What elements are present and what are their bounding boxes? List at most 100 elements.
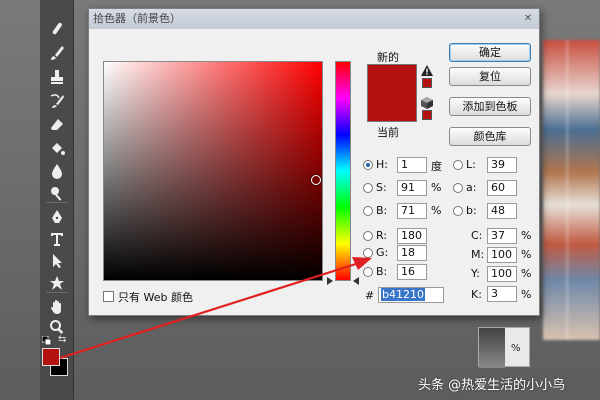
yellow-label: Y: (471, 267, 480, 280)
web-colors-only-checkbox[interactable] (103, 291, 114, 302)
color-picker-dialog: 拾色器（前景色） ✕ 只有 Web 颜色 新的 当前 确定 复位 添加到色板 颜… (88, 8, 540, 316)
black-unit: % (521, 288, 532, 301)
lab-b-label: b: (466, 204, 477, 217)
radio-red[interactable] (363, 231, 373, 241)
web-cube-icon[interactable] (421, 97, 433, 109)
saturation-label: S: (376, 181, 387, 194)
hex-label: # (365, 289, 375, 302)
magenta-input[interactable]: 100 (487, 247, 517, 263)
blur-tool[interactable] (44, 160, 70, 182)
color-field-picker[interactable] (311, 175, 321, 185)
yellow-input[interactable]: 100 (487, 266, 517, 282)
radio-lightness[interactable] (453, 160, 463, 170)
path-select-tool[interactable] (44, 250, 70, 272)
radio-hue[interactable] (363, 160, 373, 170)
color-field[interactable] (103, 61, 323, 281)
pen-icon (52, 210, 62, 223)
paint-bucket-icon (52, 143, 65, 155)
hue-label: H: (376, 158, 388, 171)
radio-lab-b[interactable] (453, 206, 463, 216)
shape-icon (50, 276, 64, 290)
hue-slider-handle-right[interactable] (353, 277, 359, 285)
yellow-unit: % (521, 267, 532, 280)
red-label: R: (376, 229, 388, 242)
ok-button[interactable]: 确定 (449, 43, 531, 62)
close-icon[interactable]: ✕ (521, 12, 535, 26)
brightness-unit: % (431, 204, 442, 217)
current-color-swatch[interactable] (367, 94, 417, 122)
cyan-unit: % (521, 229, 532, 242)
lab-b-input[interactable]: 48 (487, 203, 517, 219)
history-brush-tool[interactable] (44, 90, 70, 112)
current-color-label: 当前 (377, 126, 399, 139)
warning-icon[interactable] (421, 65, 433, 76)
black-label: K: (471, 288, 482, 301)
hex-input[interactable]: b41210 (378, 287, 444, 303)
toolbar-separator (46, 292, 68, 293)
radio-blue[interactable] (363, 267, 373, 277)
new-color-label: 新的 (377, 51, 399, 64)
cyan-label: C: (471, 229, 483, 242)
brush-tool[interactable] (44, 42, 70, 64)
add-to-swatches-button[interactable]: 添加到色板 (449, 97, 531, 116)
green-input[interactable]: 18 (397, 245, 427, 261)
reset-button[interactable]: 复位 (449, 67, 531, 86)
black-input[interactable]: 3 (487, 286, 517, 302)
gamut-warning-swatch[interactable] (422, 78, 432, 88)
radio-lab-a[interactable] (453, 183, 463, 193)
dodge-tool[interactable] (44, 182, 70, 204)
zoom-icon (50, 320, 64, 334)
red-input[interactable]: 180 (397, 228, 427, 244)
hex-value: b41210 (381, 288, 425, 301)
foreground-color-swatch[interactable] (42, 348, 60, 366)
dialog-title: 拾色器（前景色） (93, 12, 181, 25)
thumbnail-shade (479, 328, 505, 368)
saturation-unit: % (431, 181, 442, 194)
web-colors-only-label: 只有 Web 颜色 (118, 291, 193, 304)
cyan-input[interactable]: 37 (487, 228, 517, 244)
document-thumbnail: % (478, 327, 530, 368)
saturation-input[interactable]: 91 (397, 180, 427, 196)
brightness-input[interactable]: 71 (397, 203, 427, 219)
eraser-tool[interactable] (44, 114, 70, 136)
hand-tool[interactable] (44, 296, 70, 318)
toolbar-separator (46, 202, 68, 203)
color-swatches (42, 348, 70, 378)
eraser-icon (51, 119, 63, 130)
canvas-photo (543, 40, 600, 340)
healing-brush-icon (52, 22, 62, 35)
radio-brightness[interactable] (363, 206, 373, 216)
history-brush-icon (50, 94, 64, 108)
brush-icon (51, 46, 64, 60)
dodge-icon (51, 187, 62, 201)
hue-slider-handle-left[interactable] (327, 277, 333, 285)
blue-label: B: (376, 265, 388, 278)
lab-a-input[interactable]: 60 (487, 180, 517, 196)
shape-tool[interactable] (44, 272, 70, 294)
blue-input[interactable]: 16 (397, 264, 427, 280)
magenta-unit: % (521, 248, 532, 261)
brightness-label: B: (376, 204, 388, 217)
dialog-titlebar[interactable]: 拾色器（前景色） (89, 9, 539, 29)
type-icon (51, 233, 63, 246)
swap-colors-icon[interactable]: ⇆ (58, 334, 70, 346)
pen-tool[interactable] (44, 206, 70, 228)
watermark: 头条 @热爱生活的小小鸟 (418, 378, 566, 393)
color-libraries-button[interactable]: 颜色库 (449, 127, 531, 146)
paint-bucket-tool[interactable] (44, 138, 70, 160)
type-tool[interactable] (44, 228, 70, 250)
magenta-label: M: (471, 248, 485, 261)
hue-input[interactable]: 1 (397, 157, 427, 173)
radio-green[interactable] (363, 248, 373, 258)
hand-icon (51, 300, 61, 314)
lab-l-label: L: (466, 158, 476, 171)
default-colors-icon[interactable] (42, 336, 52, 346)
hue-slider[interactable] (335, 61, 351, 281)
stamp-tool[interactable] (44, 66, 70, 88)
path-select-icon (53, 254, 62, 268)
blur-icon (52, 164, 62, 179)
radio-saturation[interactable] (363, 183, 373, 193)
lab-l-input[interactable]: 39 (487, 157, 517, 173)
healing-brush-tool[interactable] (44, 18, 70, 40)
web-safe-swatch[interactable] (422, 110, 432, 120)
